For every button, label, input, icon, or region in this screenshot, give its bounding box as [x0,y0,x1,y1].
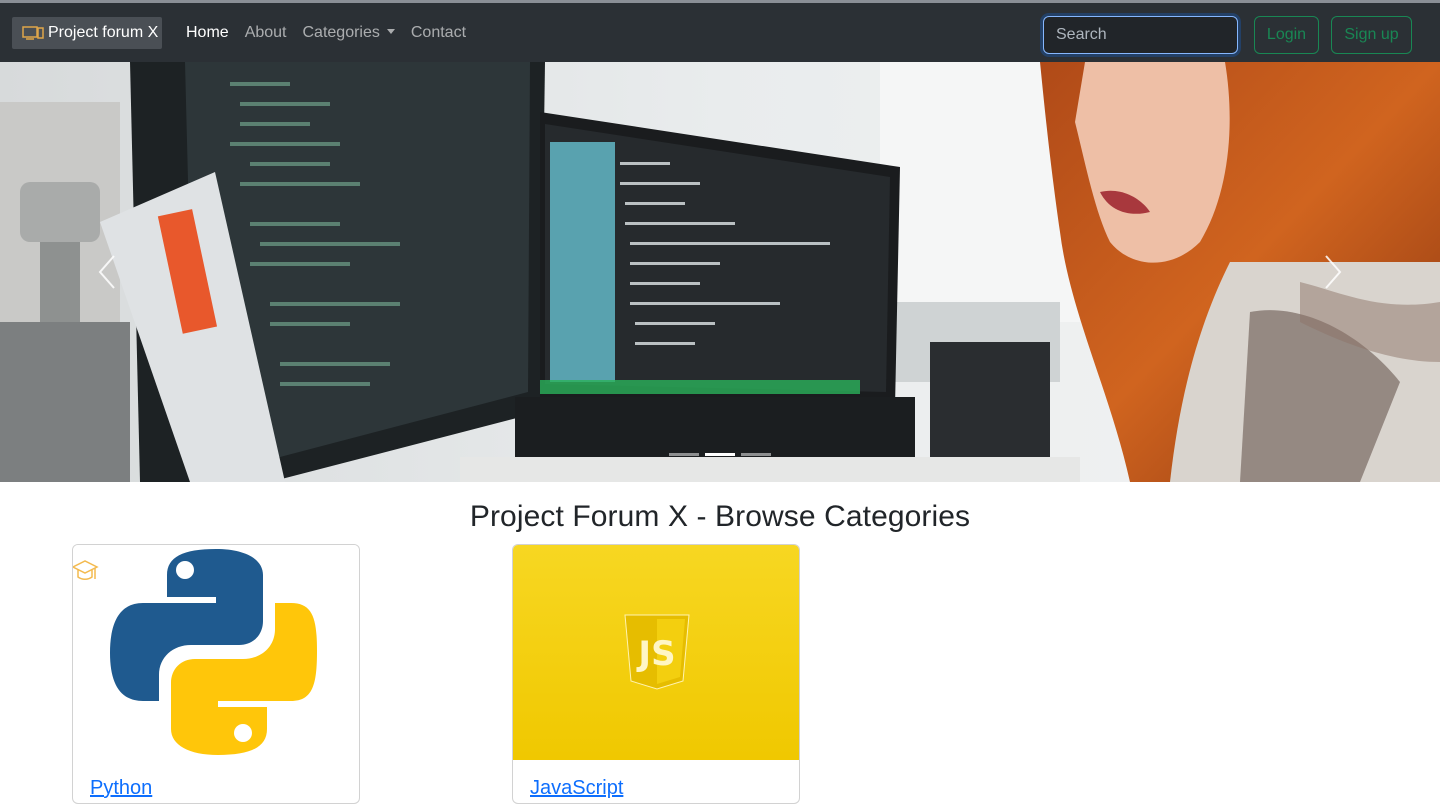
nav-links: Home About Categories Contact [186,23,482,43]
nav-home[interactable]: Home [186,23,229,43]
search-input[interactable] [1043,16,1238,54]
nav-contact[interactable]: Contact [411,23,466,43]
nav-categories-dropdown[interactable]: Categories [303,23,395,43]
chevron-down-icon [386,29,395,35]
javascript-card-image: JS [513,545,799,760]
category-card-javascript: JS JavaScript [512,544,800,804]
carousel-indicator-3[interactable] [741,453,771,456]
python-logo-icon [73,545,359,760]
carousel-indicators [669,453,777,456]
carousel-next-chevron-icon[interactable] [1312,252,1352,292]
category-title-javascript[interactable]: JavaScript [530,777,623,800]
carousel-indicator-2[interactable] [705,453,735,456]
signup-button[interactable]: Sign up [1331,16,1412,54]
category-title-python[interactable]: Python [90,777,152,800]
svg-text:JS: JS [636,634,675,674]
javascript-logo-icon: JS [513,545,799,760]
brand-logo-link[interactable]: Project forum X [12,17,162,49]
nav-about[interactable]: About [245,23,287,43]
navbar: Project forum X Home About Categories Co… [0,3,1440,62]
nav-categories-label: Categories [302,24,380,41]
brand-monitor-icon [22,26,44,40]
carousel-prev-chevron-icon[interactable] [88,252,128,292]
carousel-indicator-1[interactable] [669,453,699,456]
login-button[interactable]: Login [1254,16,1319,54]
carousel-slide-image [0,62,1440,482]
hero-carousel [0,62,1440,482]
category-card-python: Python [72,544,360,804]
python-card-image [73,545,359,760]
brand-name: Project forum X [48,24,159,41]
page-title: Project Forum X - Browse Categories [469,500,971,533]
